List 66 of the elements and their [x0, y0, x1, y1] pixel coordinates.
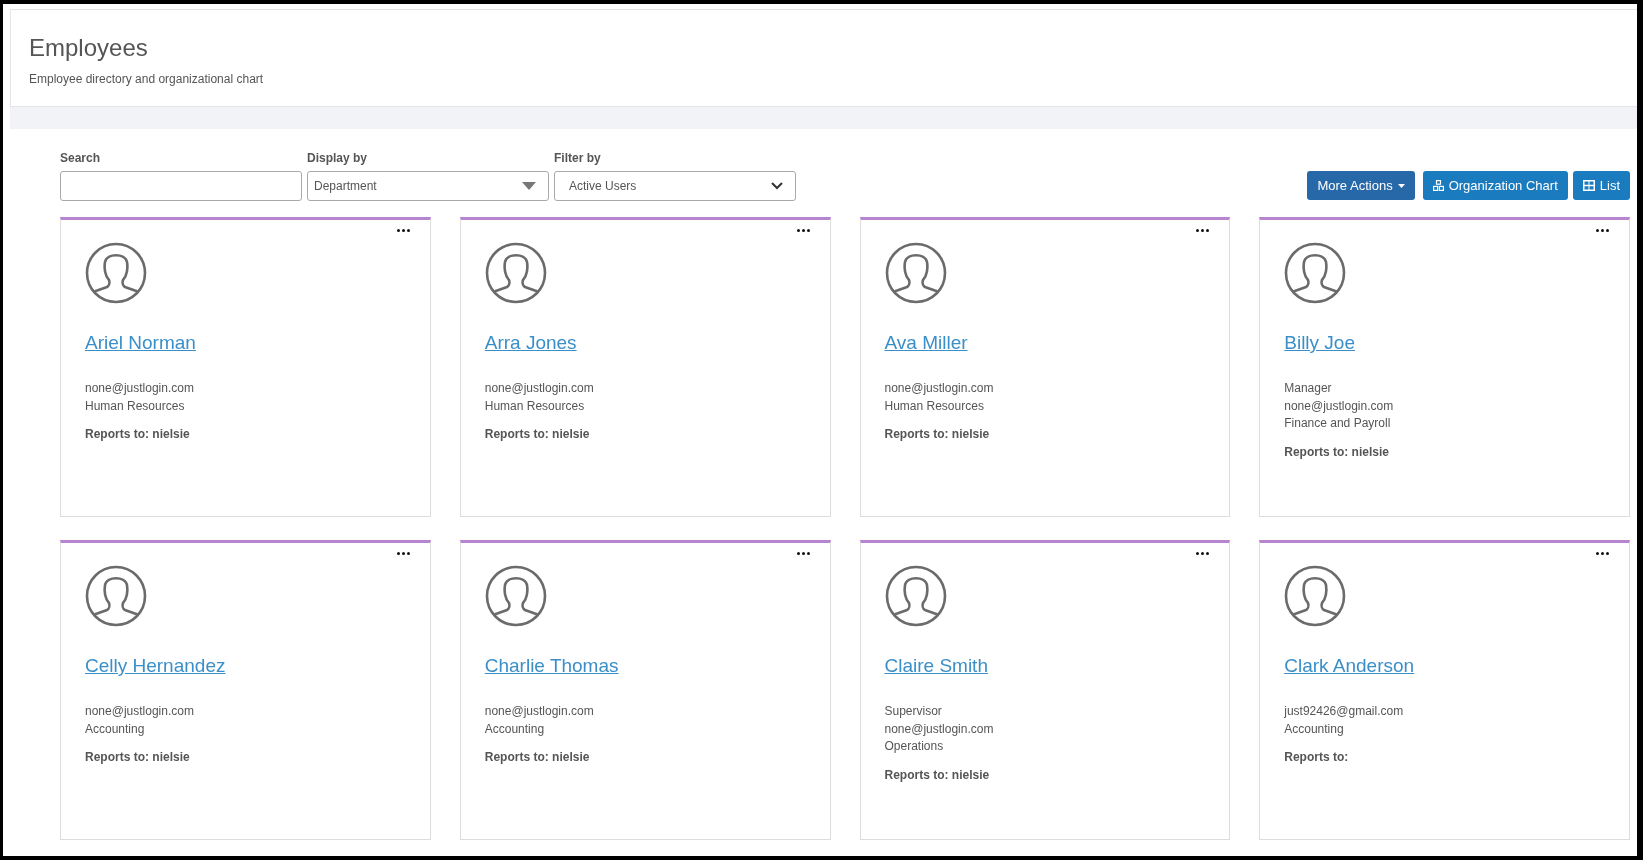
reports-to: Reports to: nielsie — [484, 750, 591, 764]
employee-detail: none@justlogin.com — [484, 703, 595, 720]
employee-detail: Operations — [884, 738, 945, 755]
employee-detail: none@justlogin.com — [85, 380, 195, 397]
employee-detail: just92426@gmail.com — [1284, 703, 1405, 720]
reports-to: Reports to: nielsie — [85, 427, 191, 441]
avatar-icon — [484, 242, 547, 304]
list-view-button[interactable]: List — [1572, 171, 1630, 200]
employee-name-link[interactable]: Ava Miller — [884, 332, 968, 354]
employee-detail: none@justlogin.com — [85, 703, 195, 720]
avatar-icon — [484, 565, 547, 627]
dropdown[interactable]: Active Users — [554, 171, 796, 201]
employee-detail: Finance and Payroll — [1284, 415, 1392, 432]
employee-name-link[interactable]: Charlie Thomas — [484, 655, 619, 677]
reports-to: Reports to: nielsie — [85, 750, 191, 764]
employee-detail: none@justlogin.com — [1284, 397, 1395, 415]
org-chart-button[interactable]: Organization Chart — [1422, 171, 1568, 200]
employee-detail: none@justlogin.com — [484, 380, 595, 397]
employee-detail: Supervisor — [884, 703, 943, 720]
reports-to: Reports to: nielsie — [884, 767, 991, 782]
field-label: Filter by — [554, 151, 602, 165]
chevron-down-icon — [771, 182, 783, 190]
more-options-icon[interactable] — [1596, 552, 1609, 555]
employee-name-link[interactable]: Arra Jones — [484, 332, 577, 354]
org-chart-icon — [1432, 180, 1444, 191]
avatar-icon — [85, 565, 147, 627]
reports-to: Reports to: nielsie — [484, 427, 591, 441]
avatar-icon — [884, 242, 947, 304]
avatar-icon — [1284, 565, 1347, 627]
more-options-icon[interactable] — [796, 229, 810, 232]
caret-icon — [522, 182, 536, 190]
employee-name-link[interactable]: Clark Anderson — [1284, 655, 1415, 677]
avatar-icon — [884, 565, 947, 627]
more-actions-button[interactable]: More Actions — [1307, 171, 1415, 200]
employee-detail: Human Resources — [884, 397, 985, 415]
employee-name-link[interactable]: Claire Smith — [884, 655, 988, 677]
reports-to: Reports to: nielsie — [884, 427, 991, 441]
avatar-icon — [85, 242, 147, 304]
dropdown[interactable]: Department — [307, 171, 549, 201]
employee-detail: none@justlogin.com — [884, 380, 995, 397]
reports-to: Reports to: nielsie — [1284, 444, 1390, 459]
search-field[interactable] — [60, 171, 302, 201]
table-icon — [1582, 180, 1595, 191]
avatar-icon — [1284, 242, 1347, 304]
page-subtitle: Employee directory and organizational chart — [29, 72, 265, 86]
employee-name-link[interactable]: Celly Hernandez — [85, 655, 226, 677]
reports-to: Reports to: — [1284, 750, 1350, 764]
employee-detail: Human Resources — [484, 397, 586, 415]
employee-detail: none@justlogin.com — [884, 720, 995, 738]
employee-name-link[interactable]: Ariel Norman — [85, 332, 196, 354]
more-options-icon[interactable] — [1196, 229, 1210, 232]
employee-detail: Accounting — [1284, 720, 1345, 738]
employee-detail: Accounting — [85, 720, 146, 738]
more-options-icon[interactable] — [1196, 552, 1210, 555]
more-options-icon[interactable] — [796, 552, 810, 555]
field-label: Search — [60, 151, 102, 165]
more-options-icon[interactable] — [1596, 229, 1609, 232]
more-options-icon[interactable] — [396, 229, 410, 232]
caret-icon — [1397, 183, 1405, 188]
page-title: Employees — [29, 34, 149, 62]
more-options-icon[interactable] — [396, 552, 410, 555]
employee-detail: Human Resources — [85, 397, 186, 415]
employee-detail: Accounting — [484, 720, 546, 738]
employee-detail: Manager — [1284, 380, 1333, 397]
employee-name-link[interactable]: Billy Joe — [1284, 332, 1355, 354]
field-label: Display by — [307, 151, 369, 165]
